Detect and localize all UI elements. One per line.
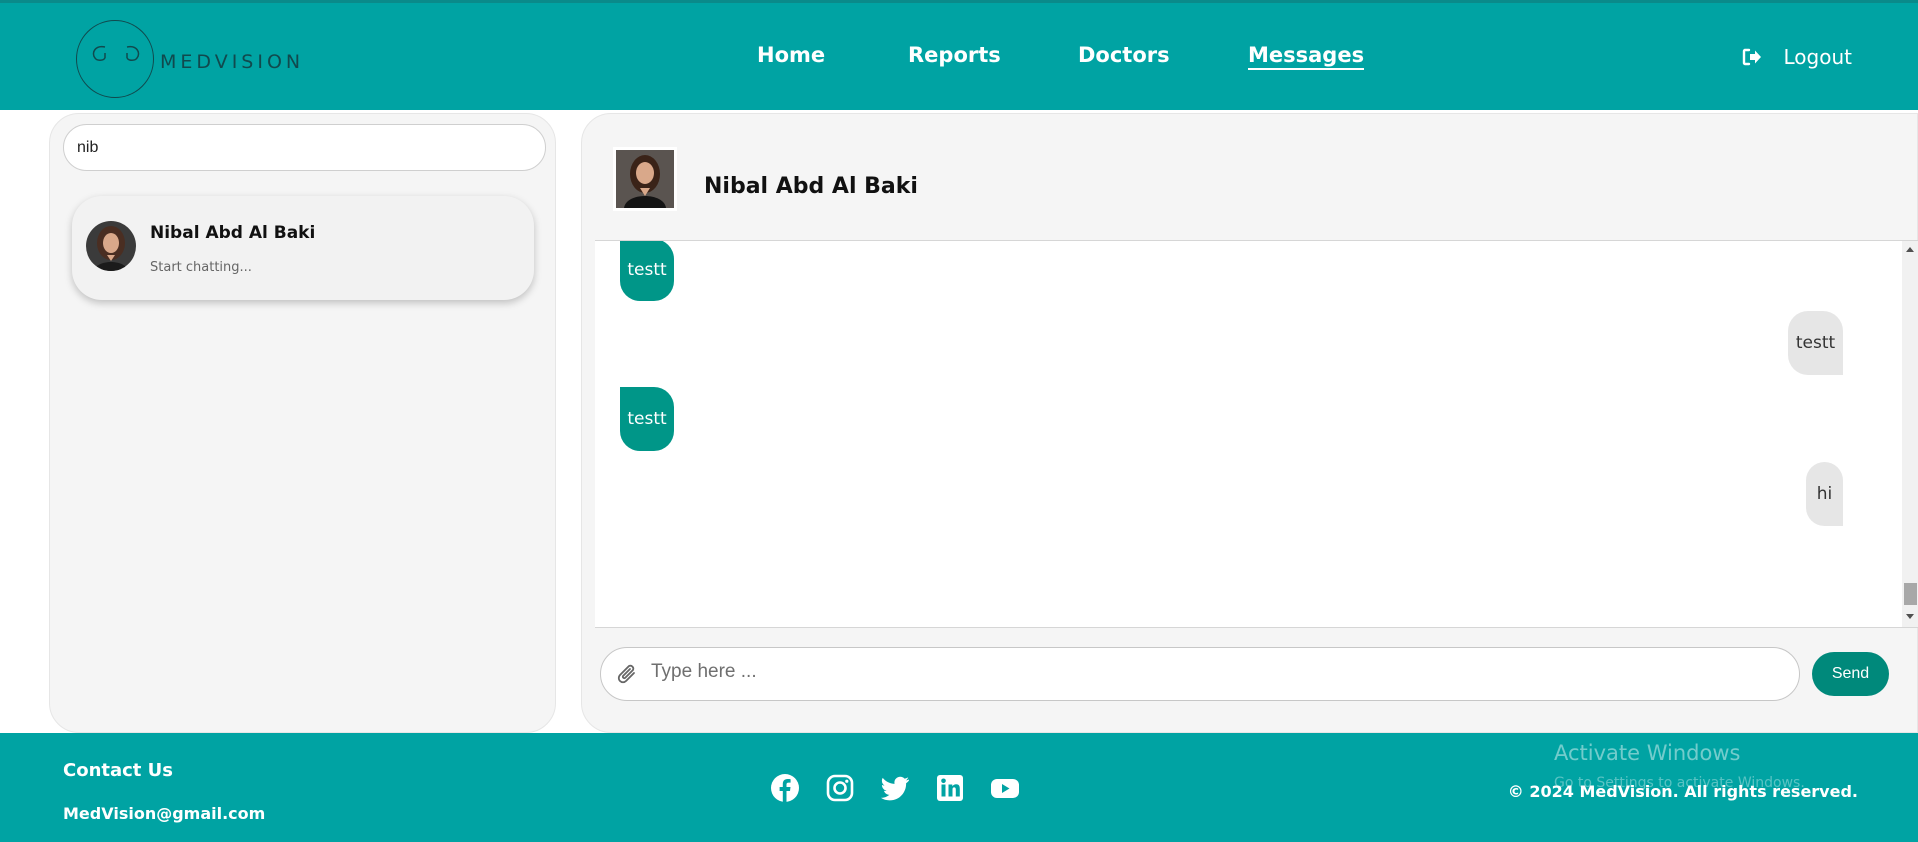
nav-reports[interactable]: Reports	[908, 43, 1001, 67]
contact-item[interactable]: Nibal Abd Al Baki Start chatting...	[72, 196, 534, 300]
footer-contact-title: Contact Us	[63, 760, 174, 781]
brand-logo[interactable]: MEDVISION	[76, 20, 304, 98]
scrollbar[interactable]	[1902, 241, 1918, 627]
message-bubble-incoming: testt	[620, 241, 674, 301]
avatar	[86, 221, 136, 271]
logout-icon	[1742, 48, 1761, 66]
youtube-icon[interactable]	[990, 773, 1020, 803]
linkedin-icon[interactable]	[935, 773, 965, 803]
windows-activation-watermark: Activate Windows	[1554, 741, 1741, 765]
twitter-icon[interactable]	[880, 773, 910, 803]
nav-messages[interactable]: Messages	[1248, 43, 1365, 70]
footer: Contact Us MedVision@gmail.com Activate …	[0, 733, 1918, 842]
message-input-field[interactable]: Type here ...	[600, 647, 1800, 701]
message-bubble-incoming: testt	[620, 387, 674, 451]
copyright-text: © 2024 MedVision. All rights reserved.	[1507, 782, 1858, 801]
scroll-up-arrow-icon[interactable]	[1906, 247, 1914, 252]
top-navbar: MEDVISION Home Reports Doctors Messages …	[0, 0, 1918, 110]
footer-email[interactable]: MedVision@gmail.com	[63, 804, 265, 823]
search-input[interactable]: nib	[63, 124, 546, 171]
logout-label: Logout	[1783, 45, 1852, 69]
message-bubble-outgoing: testt	[1788, 311, 1843, 375]
conversation-list-panel: nib Nibal Abd Al Baki Start chatting...	[49, 113, 556, 733]
logo-icon	[76, 20, 154, 98]
contact-name: Nibal Abd Al Baki	[150, 223, 316, 243]
scroll-down-arrow-icon[interactable]	[1906, 614, 1914, 619]
instagram-icon[interactable]	[825, 773, 855, 803]
send-button[interactable]: Send	[1812, 652, 1889, 696]
scroll-thumb[interactable]	[1904, 583, 1917, 605]
message-list[interactable]: testt testt testt hi	[595, 240, 1918, 628]
chat-avatar	[613, 147, 677, 211]
logout-button[interactable]: Logout	[1742, 45, 1852, 69]
nav-doctors[interactable]: Doctors	[1078, 43, 1170, 67]
message-input-placeholder: Type here ...	[651, 661, 757, 682]
social-links	[770, 773, 1020, 803]
chat-panel: Nibal Abd Al Baki testt testt testt hi T…	[581, 113, 1918, 733]
contact-preview: Start chatting...	[150, 260, 252, 275]
nav-home[interactable]: Home	[757, 43, 825, 67]
brand-name: MEDVISION	[160, 51, 305, 73]
chat-contact-name: Nibal Abd Al Baki	[704, 174, 918, 199]
facebook-icon[interactable]	[770, 773, 800, 803]
message-bubble-outgoing: hi	[1806, 462, 1843, 526]
paperclip-icon[interactable]	[617, 663, 639, 687]
